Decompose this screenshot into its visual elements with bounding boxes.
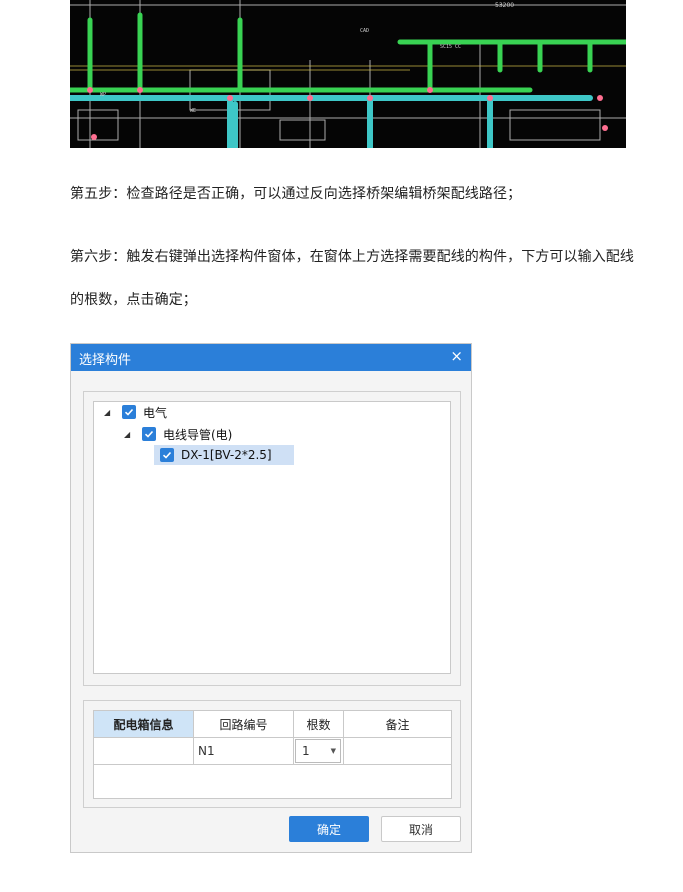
tree-node-electrical[interactable]: ◢ 电气: [104, 402, 167, 422]
count-select[interactable]: 1 ▼: [295, 739, 341, 763]
cell-box-info[interactable]: [93, 737, 194, 765]
step6-text-line2: 的根数，点击确定；: [70, 292, 197, 308]
table-empty-area: [93, 764, 452, 799]
checkbox-checked-icon[interactable]: [122, 405, 136, 419]
dialog-titlebar[interactable]: 选择构件 ×: [71, 344, 471, 371]
tree-node-label: DX-1[BV-2*2.5]: [181, 448, 272, 462]
cell-circuit-no[interactable]: N1: [193, 737, 294, 765]
tree-node-label: 电气: [143, 405, 168, 420]
chevron-down-icon[interactable]: ▼: [331, 747, 336, 755]
component-tree: ◢ 电气 ◢ 电线导管(电) DX-1[BV-2*2.5]: [93, 401, 451, 674]
count-select-value: 1: [302, 744, 310, 758]
column-header-note[interactable]: 备注: [343, 710, 452, 738]
svg-text:CAD: CAD: [360, 28, 369, 34]
checkbox-checked-icon[interactable]: [160, 448, 174, 462]
cell-note[interactable]: [343, 737, 452, 765]
cancel-button[interactable]: 取消: [381, 816, 461, 842]
cad-dimension-label: 53200: [495, 2, 515, 9]
component-tree-panel: ◢ 电气 ◢ 电线导管(电) DX-1[BV-2*2.5]: [83, 391, 461, 686]
table-row: N1 1 ▼: [93, 737, 452, 765]
svg-text:WE: WE: [190, 108, 196, 114]
close-icon[interactable]: ×: [450, 347, 463, 365]
ok-button[interactable]: 确定: [289, 816, 369, 842]
dialog-title: 选择构件: [79, 353, 132, 368]
expand-arrow-icon[interactable]: ◢: [124, 430, 134, 439]
checkbox-checked-icon[interactable]: [142, 427, 156, 441]
svg-text:SC15 CC: SC15 CC: [440, 44, 461, 50]
step6-text-line1: 第六步：触发右键弹出选择构件窗体，在窗体上方选择需要配线的构件，下方可以输入配线: [70, 249, 634, 265]
step5-text: 第五步：检查路径是否正确，可以通过反向选择桥架编辑桥架配线路径；: [70, 186, 522, 202]
tree-node-dx1[interactable]: DX-1[BV-2*2.5]: [154, 445, 294, 465]
cell-count: 1 ▼: [293, 737, 344, 765]
column-header-box-info[interactable]: 配电箱信息: [93, 710, 194, 738]
expand-arrow-icon[interactable]: ◢: [104, 408, 114, 417]
wiring-table: 配电箱信息 回路编号 根数 备注 N1 1 ▼: [93, 710, 452, 799]
cad-linework: CAD WP SC15 CC WE: [70, 0, 626, 148]
wiring-info-panel: 配电箱信息 回路编号 根数 备注 N1 1 ▼: [83, 700, 461, 808]
cad-drawing-image: CAD WP SC15 CC WE 53200: [70, 0, 626, 148]
tree-node-wire-conduit[interactable]: ◢ 电线导管(电): [124, 424, 232, 444]
column-header-circuit-no[interactable]: 回路编号: [193, 710, 294, 738]
empty-row: [93, 764, 452, 799]
select-component-dialog: 选择构件 × ◢ 电气 ◢ 电线导管(电) DX-1[BV-2*2.5] 配电箱…: [70, 343, 472, 853]
svg-text:WP: WP: [100, 92, 106, 98]
tree-node-label: 电线导管(电): [163, 427, 233, 442]
table-header-row: 配电箱信息 回路编号 根数 备注: [93, 710, 452, 738]
column-header-count[interactable]: 根数: [293, 710, 344, 738]
